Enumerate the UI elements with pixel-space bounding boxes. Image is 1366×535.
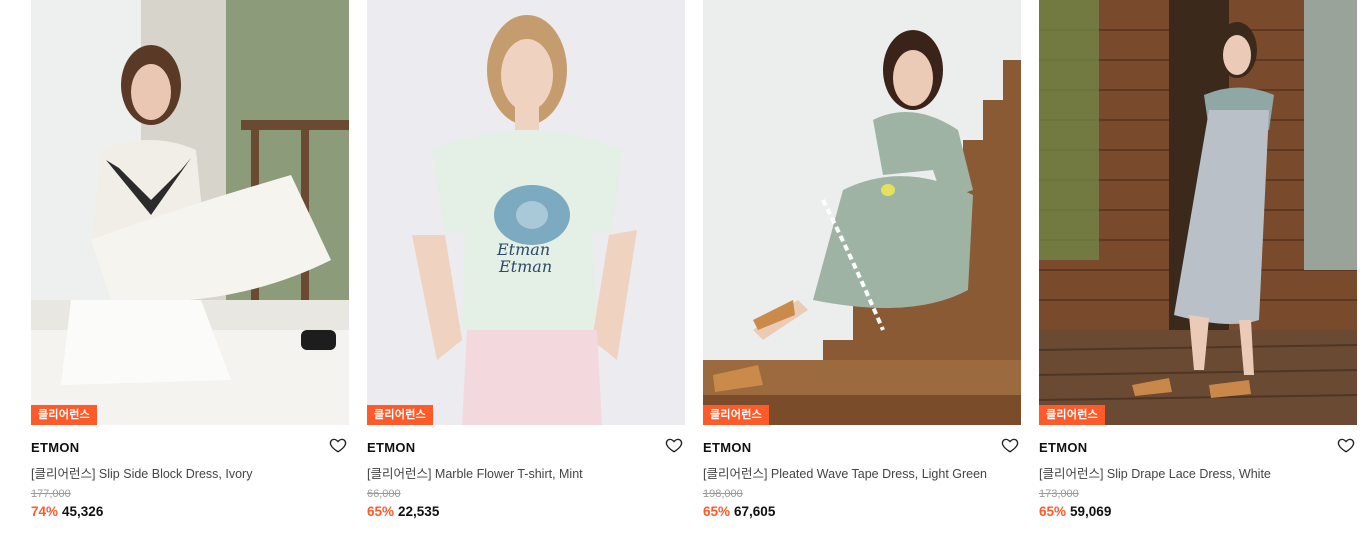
- sale-price-line: 74% 45,326: [31, 504, 103, 519]
- original-price: 173,000: [1039, 488, 1079, 500]
- sale-price: 67,605: [734, 504, 776, 519]
- product-card[interactable]: 클리어런스 ETMON [클리어런스] Slip Side Block Dres…: [31, 0, 349, 535]
- brand-name[interactable]: ETMON: [703, 440, 751, 455]
- product-title[interactable]: [클리어런스] Slip Drape Lace Dress, White: [1039, 463, 1271, 482]
- product-card[interactable]: 클리어런스 ETMON [클리어런스] Pleated Wave Tape Dr…: [703, 0, 1021, 535]
- product-card[interactable]: Etman Etman 클리어런스 ETMON [클리어런스] Marble F…: [367, 0, 685, 535]
- wishlist-heart-icon[interactable]: [665, 436, 683, 454]
- product-image[interactable]: Etman Etman 클리어런스: [367, 0, 685, 425]
- sale-price-line: 65% 67,605: [703, 504, 775, 519]
- discount-percent: 65%: [367, 504, 395, 519]
- discount-percent: 74%: [31, 504, 59, 519]
- original-price: 177,000: [31, 488, 71, 500]
- product-photo-window-scene: [31, 0, 349, 425]
- clearance-badge: 클리어런스: [31, 405, 98, 425]
- svg-text:Etman: Etman: [498, 257, 552, 276]
- product-photo-stairs: [703, 0, 1021, 425]
- product-image[interactable]: 클리어런스: [1039, 0, 1357, 425]
- sale-price: 45,326: [62, 504, 104, 519]
- product-title[interactable]: [클리어런스] Slip Side Block Dress, Ivory: [31, 463, 252, 482]
- clearance-badge: 클리어런스: [367, 405, 434, 425]
- brand-name[interactable]: ETMON: [31, 440, 79, 455]
- product-image[interactable]: 클리어런스: [703, 0, 1021, 425]
- discount-percent: 65%: [703, 504, 731, 519]
- sale-price-line: 65% 22,535: [367, 504, 439, 519]
- clearance-badge: 클리어런스: [1039, 405, 1106, 425]
- product-title[interactable]: [클리어런스] Marble Flower T-shirt, Mint: [367, 463, 583, 482]
- product-title[interactable]: [클리어런스] Pleated Wave Tape Dress, Light G…: [703, 463, 987, 482]
- original-price: 66,000: [367, 488, 401, 500]
- product-photo-tshirt: Etman Etman: [367, 0, 685, 425]
- sale-price: 22,535: [398, 504, 440, 519]
- product-image[interactable]: 클리어런스: [31, 0, 349, 425]
- product-card[interactable]: 클리어런스 ETMON [클리어런스] Slip Drape Lace Dres…: [1039, 0, 1357, 535]
- wishlist-heart-icon[interactable]: [1001, 436, 1019, 454]
- original-price: 198,000: [703, 488, 743, 500]
- wishlist-heart-icon[interactable]: [1337, 436, 1355, 454]
- wishlist-heart-icon[interactable]: [329, 436, 347, 454]
- sale-price-line: 65% 59,069: [1039, 504, 1111, 519]
- discount-percent: 65%: [1039, 504, 1067, 519]
- brand-name[interactable]: ETMON: [367, 440, 415, 455]
- sale-price: 59,069: [1070, 504, 1112, 519]
- brand-name[interactable]: ETMON: [1039, 440, 1087, 455]
- clearance-badge: 클리어런스: [703, 405, 770, 425]
- product-photo-cabin: [1039, 0, 1357, 425]
